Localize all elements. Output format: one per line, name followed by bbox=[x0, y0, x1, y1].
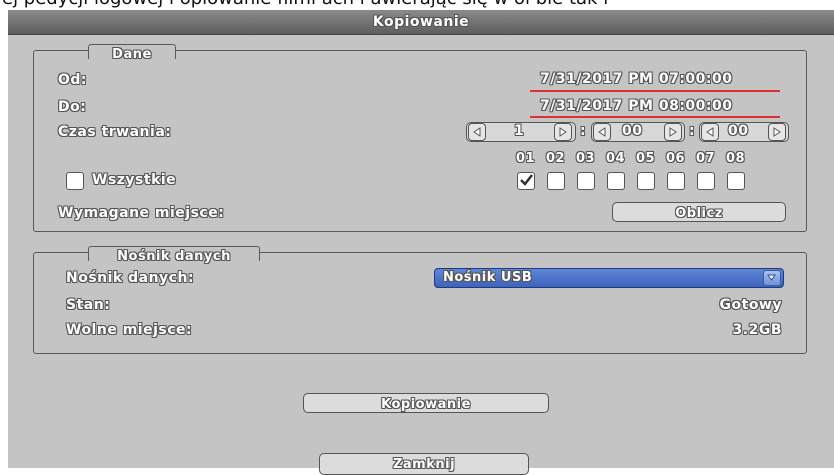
status-label: Stan: bbox=[66, 297, 111, 313]
channel-checkbox-03[interactable] bbox=[577, 172, 595, 190]
left-arrow-icon bbox=[473, 127, 481, 137]
copy-button[interactable]: Kopiowanie bbox=[303, 393, 549, 413]
free-space-label: Wolne miejsce: bbox=[66, 322, 193, 338]
chevron-down-icon bbox=[767, 274, 776, 281]
free-space-value: 3.2GB bbox=[732, 322, 782, 338]
channel-number-04: 04 bbox=[606, 151, 626, 166]
all-checkbox[interactable] bbox=[66, 172, 84, 190]
to-label: Do: bbox=[58, 99, 87, 115]
from-underline bbox=[530, 90, 780, 92]
from-label: Od: bbox=[58, 72, 88, 88]
seconds-decrease-button[interactable] bbox=[701, 123, 719, 141]
channel-number-05: 05 bbox=[636, 151, 656, 166]
duration-label: Czas trwania: bbox=[58, 124, 172, 140]
calculate-button[interactable]: Oblicz bbox=[612, 202, 786, 222]
channel-checkbox-06[interactable] bbox=[667, 172, 685, 190]
dropdown-arrow-button[interactable] bbox=[763, 270, 781, 286]
channel-checkbox-05[interactable] bbox=[637, 172, 655, 190]
to-underline bbox=[530, 116, 780, 118]
channel-number-03: 03 bbox=[576, 151, 596, 166]
media-select[interactable]: Nośnik USB bbox=[434, 268, 784, 288]
channel-checkbox-04[interactable] bbox=[607, 172, 625, 190]
channel-checkbox-08[interactable] bbox=[727, 172, 745, 190]
minutes-increase-button[interactable] bbox=[664, 123, 682, 141]
hours-decrease-button[interactable] bbox=[468, 123, 486, 141]
required-space-label: Wymagane miejsce: bbox=[58, 205, 225, 221]
hours-increase-button[interactable] bbox=[554, 123, 572, 141]
top-cropped-text: ej pedycji logowej i opiowanie filmi ach… bbox=[0, 0, 834, 10]
channel-checkbox-01[interactable] bbox=[517, 172, 535, 190]
media-group-title: Nośnik danych bbox=[88, 246, 260, 264]
channel-number-06: 06 bbox=[666, 151, 686, 166]
left-arrow-icon bbox=[598, 127, 606, 137]
minutes-decrease-button[interactable] bbox=[593, 123, 611, 141]
dialog-titlebar: Kopiowanie bbox=[8, 10, 834, 35]
channel-number-07: 07 bbox=[696, 151, 716, 166]
right-arrow-icon bbox=[669, 127, 677, 137]
data-group-title: Dane bbox=[88, 44, 176, 62]
status-value: Gotowy bbox=[719, 297, 782, 313]
media-label: Nośnik danych: bbox=[66, 270, 195, 286]
hours-value: 1 bbox=[514, 123, 525, 139]
time-separator-1: : bbox=[580, 123, 587, 139]
channel-number-02: 02 bbox=[546, 151, 566, 166]
seconds-value: 00 bbox=[728, 123, 749, 139]
minutes-value: 00 bbox=[622, 123, 643, 139]
channel-checkbox-02[interactable] bbox=[547, 172, 565, 190]
channel-number-08: 08 bbox=[726, 151, 746, 166]
channel-number-01: 01 bbox=[516, 151, 536, 166]
right-arrow-icon bbox=[559, 127, 567, 137]
to-value[interactable]: 7/31/2017 PM 08:00:00 bbox=[540, 98, 733, 114]
close-button[interactable]: Zamknij bbox=[319, 453, 529, 475]
dialog-title: Kopiowanie bbox=[372, 14, 470, 30]
from-value[interactable]: 7/31/2017 PM 07:00:00 bbox=[540, 71, 733, 87]
time-separator-2: : bbox=[689, 123, 696, 139]
right-arrow-icon bbox=[773, 127, 781, 137]
channel-checkbox-07[interactable] bbox=[697, 172, 715, 190]
copy-dialog: Dane Od: 7/31/2017 PM 07:00:00 Do: 7/31/… bbox=[8, 35, 834, 475]
seconds-increase-button[interactable] bbox=[768, 123, 786, 141]
left-arrow-icon bbox=[706, 127, 714, 137]
checkmark-icon bbox=[520, 174, 533, 186]
all-label: Wszystkie bbox=[92, 172, 177, 188]
